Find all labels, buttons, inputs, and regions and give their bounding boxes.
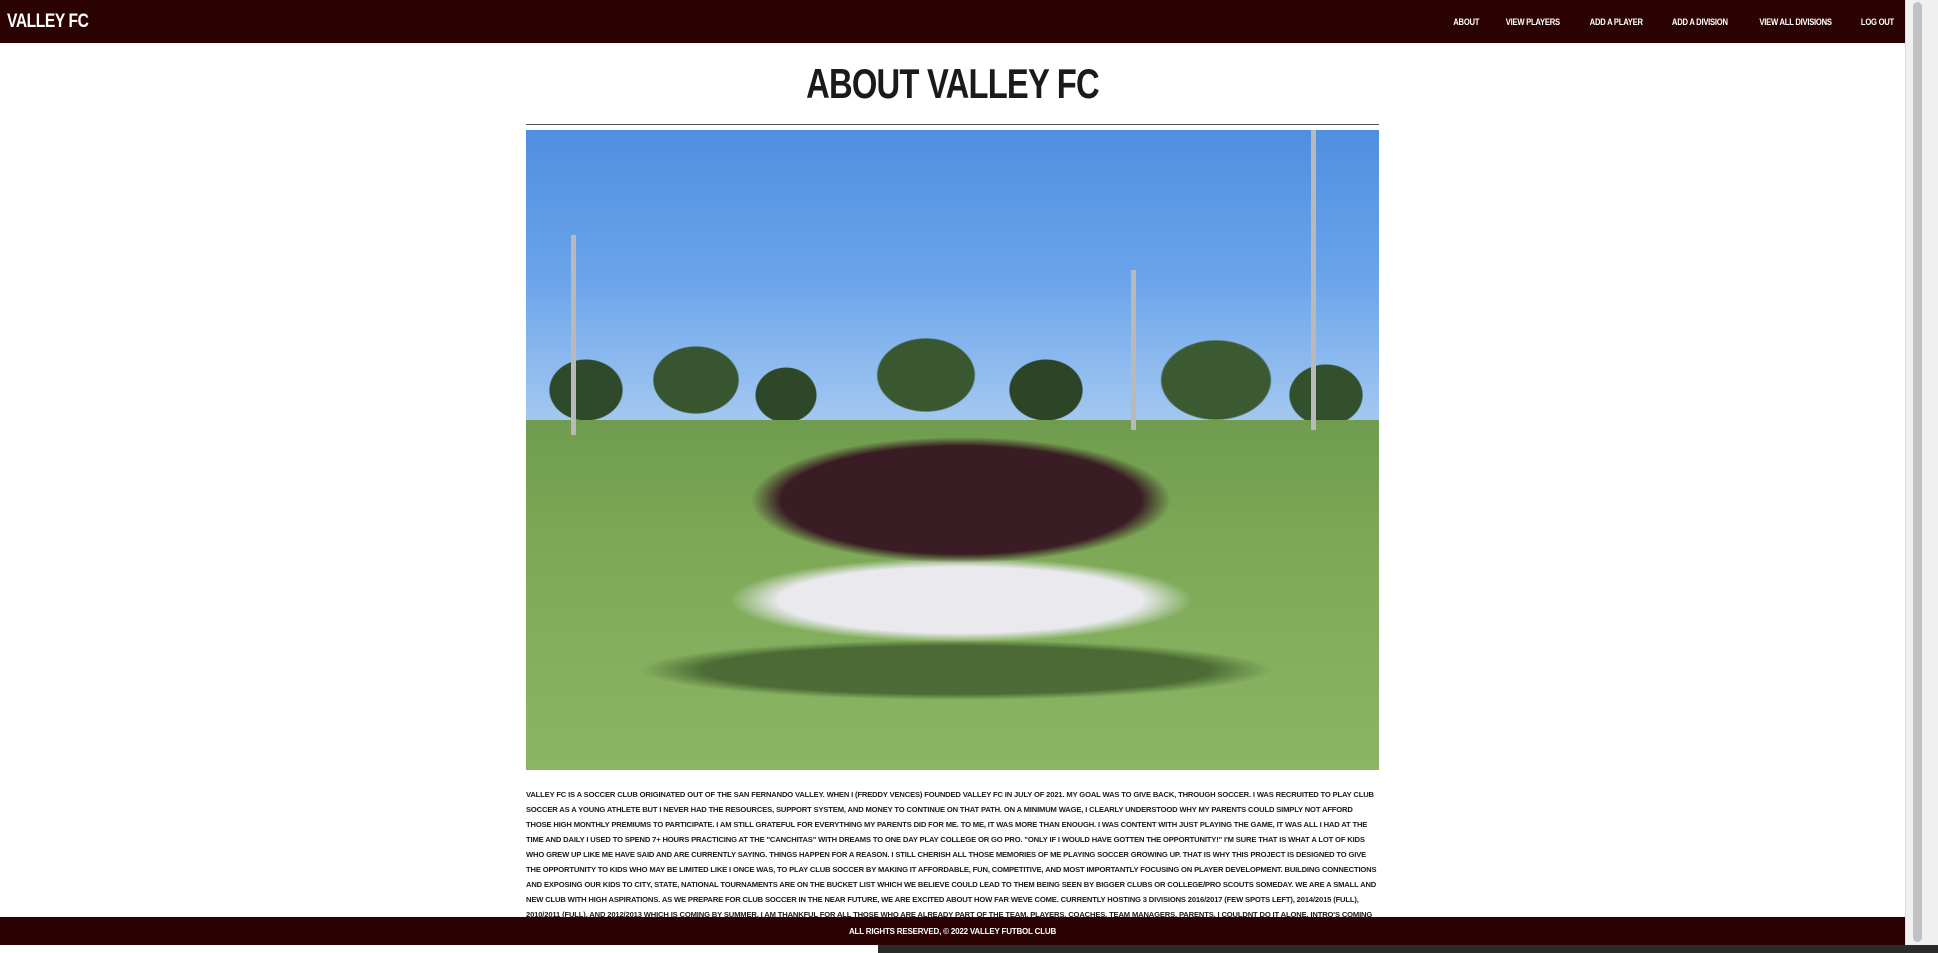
vertical-scrollbar[interactable]: [1905, 0, 1938, 953]
light-pole: [571, 235, 576, 435]
scrollbar-thumb[interactable]: [1913, 2, 1922, 942]
nav-link-add-division[interactable]: ADD A DIVISION: [1672, 17, 1728, 27]
nav-link-log-out[interactable]: LOG OUT: [1861, 17, 1894, 27]
top-navbar: VALLEY FC ABOUT VIEW PLAYERS ADD A PLAYE…: [0, 0, 1905, 43]
nav-links: ABOUT VIEW PLAYERS ADD A PLAYER ADD A DI…: [1431, 17, 1897, 27]
brand-logo-text[interactable]: VALLEY FC: [7, 11, 89, 33]
main-content: ABOUT VALLEY FC VALLEY FC IS A SOCCER CL…: [526, 43, 1379, 937]
page-title: ABOUT VALLEY FC: [806, 60, 1100, 107]
nav-link-view-players[interactable]: VIEW PLAYERS: [1506, 17, 1560, 27]
about-paragraph: VALLEY FC IS A SOCCER CLUB ORIGINATED OU…: [526, 790, 1377, 934]
footer-copyright: ALL RIGHTS RESERVED, © 2022 VALLEY FUTBO…: [848, 926, 1057, 936]
title-divider: [526, 124, 1379, 125]
team-photo: [526, 130, 1379, 770]
photo-team-group: [601, 380, 1321, 680]
footer: ALL RIGHTS RESERVED, © 2022 VALLEY FUTBO…: [0, 917, 1905, 945]
nav-link-add-player[interactable]: ADD A PLAYER: [1590, 17, 1643, 27]
nav-link-view-all-divisions[interactable]: VIEW ALL DIVISIONS: [1759, 17, 1832, 27]
nav-link-about[interactable]: ABOUT: [1453, 17, 1479, 27]
taskbar-strip: [878, 945, 1938, 953]
